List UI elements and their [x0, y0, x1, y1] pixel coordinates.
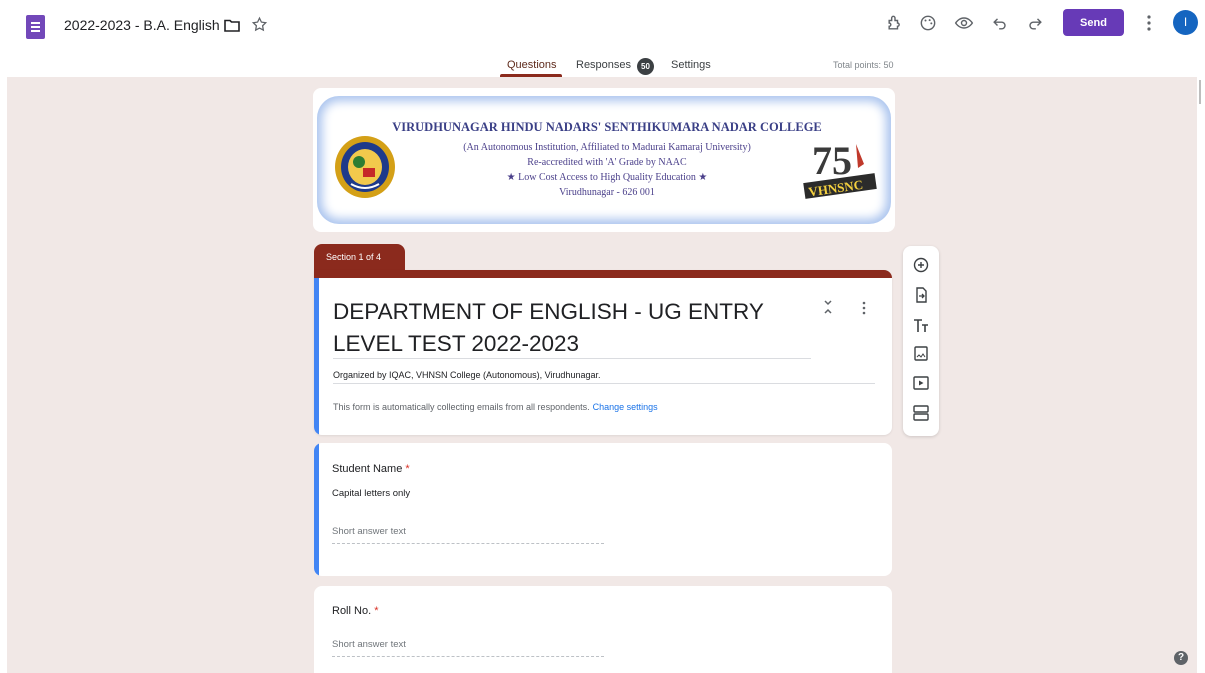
- add-video-icon[interactable]: [910, 373, 932, 393]
- description-underline: [333, 383, 875, 384]
- change-settings-link[interactable]: Change settings: [593, 402, 658, 412]
- form-description[interactable]: Organized by IQAC, VHNSN College (Autono…: [333, 370, 600, 380]
- question-label: Roll No.: [332, 605, 372, 617]
- email-note-text: This form is automatically collecting em…: [333, 402, 590, 412]
- tab-questions[interactable]: Questions: [507, 59, 557, 71]
- collapse-section-icon[interactable]: [822, 299, 834, 315]
- tab-bar: Questions Responses 50 Settings Total po…: [0, 50, 1205, 77]
- add-title-icon[interactable]: [910, 315, 932, 335]
- card-theme-bar: [314, 270, 892, 278]
- answer-underline: [332, 656, 604, 657]
- anniversary-75-logo: 75 VHNSNC: [803, 138, 877, 199]
- short-answer-placeholder: Short answer text: [332, 639, 406, 650]
- form-title[interactable]: DEPARTMENT OF ENGLISH - UG ENTRY LEVEL T…: [333, 296, 803, 360]
- short-answer-placeholder: Short answer text: [332, 526, 406, 537]
- tab-settings[interactable]: Settings: [671, 59, 711, 71]
- account-avatar[interactable]: I: [1173, 10, 1198, 35]
- total-points: Total points: 50: [833, 60, 894, 70]
- header-image-text: VIRUDHUNAGAR HINDU NADARS' SENTHIKUMARA …: [377, 120, 837, 198]
- forms-logo-icon[interactable]: [26, 15, 45, 39]
- email-collection-note: This form is automatically collecting em…: [333, 402, 658, 412]
- folder-icon[interactable]: [224, 19, 240, 32]
- preview-eye-icon[interactable]: [954, 13, 974, 33]
- palette-icon[interactable]: [918, 13, 938, 33]
- college-name: VIRUDHUNAGAR HINDU NADARS' SENTHIKUMARA …: [392, 120, 822, 134]
- title-underline: [333, 358, 811, 359]
- college-emblem-logo: [335, 136, 395, 198]
- help-icon[interactable]: ?: [1174, 651, 1188, 665]
- question-label: Student Name: [332, 463, 403, 475]
- top-bar: 2022-2023 - B.A. English Send I: [0, 0, 1205, 50]
- question-description[interactable]: Capital letters only: [332, 488, 410, 499]
- card-focus-accent: [314, 278, 319, 435]
- redo-icon[interactable]: [1025, 13, 1045, 33]
- add-image-icon[interactable]: [910, 344, 932, 364]
- send-button[interactable]: Send: [1063, 9, 1124, 36]
- responses-count-badge: 50: [637, 58, 654, 75]
- answer-underline: [332, 543, 604, 544]
- section-more-icon[interactable]: [860, 300, 868, 316]
- scrollbar[interactable]: [1199, 80, 1201, 104]
- star-icon[interactable]: [251, 16, 268, 33]
- question-title[interactable]: Roll No. *: [332, 605, 378, 617]
- section-tag: Section 1 of 4: [314, 244, 405, 271]
- import-questions-icon[interactable]: [910, 285, 932, 305]
- college-affiliation: (An Autonomous Institution, Affiliated t…: [463, 142, 751, 153]
- add-question-icon[interactable]: [910, 255, 932, 275]
- required-asterisk: *: [405, 463, 410, 475]
- undo-icon[interactable]: [990, 13, 1010, 33]
- tab-responses[interactable]: Responses: [576, 59, 631, 71]
- logo-75-number: 75: [812, 138, 852, 183]
- more-options-icon[interactable]: [1143, 12, 1155, 34]
- college-accreditation: Re-accredited with 'A' Grade by NAAC: [527, 157, 687, 168]
- question-card-roll-no[interactable]: [314, 586, 892, 673]
- question-focus-accent: [314, 443, 319, 576]
- document-title[interactable]: 2022-2023 - B.A. English: [64, 17, 220, 33]
- college-motto: ★ Low Cost Access to High Quality Educat…: [506, 172, 708, 183]
- required-asterisk: *: [374, 605, 379, 617]
- question-title[interactable]: Student Name *: [332, 463, 410, 475]
- college-address: Virudhunagar - 626 001: [559, 187, 655, 198]
- add-ons-icon[interactable]: [885, 13, 905, 33]
- add-section-icon[interactable]: [910, 403, 932, 423]
